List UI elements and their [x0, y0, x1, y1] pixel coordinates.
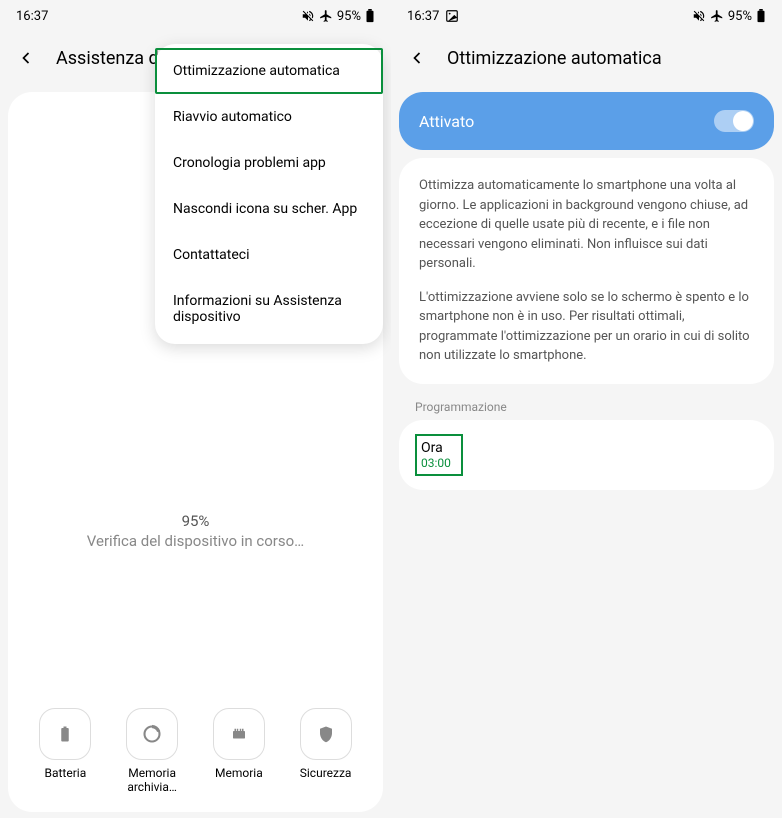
status-bar: 16:37 95%	[391, 0, 782, 32]
tile-memory[interactable]: Memoria	[200, 708, 279, 794]
back-icon[interactable]	[407, 48, 427, 68]
airplane-icon	[710, 9, 724, 23]
schedule-time-value: 03:00	[421, 456, 451, 470]
header: Ottimizzazione automatica	[391, 32, 782, 84]
back-icon[interactable]	[16, 48, 36, 68]
status-battery-percent: 95%	[728, 9, 752, 24]
status-battery-percent: 95%	[337, 9, 361, 24]
master-toggle[interactable]	[714, 110, 754, 132]
status-time: 16:37	[407, 9, 439, 24]
status-center: 95% Verifica del dispositivo in corso…	[8, 512, 383, 550]
schedule-section-label: Programmazione	[415, 400, 758, 414]
battery-tile-icon	[39, 708, 91, 760]
mute-icon	[692, 9, 706, 23]
description-para-1: Ottimizza automaticamente lo smartphone …	[419, 176, 754, 274]
tile-battery[interactable]: Batteria	[26, 708, 105, 794]
menu-item-auto-restart[interactable]: Riavvio automatico	[155, 94, 383, 140]
schedule-title: Ora	[421, 440, 451, 456]
picture-icon	[445, 9, 459, 23]
battery-icon	[365, 9, 375, 23]
description-para-2: L'ottimizzazione avviene solo se lo sche…	[419, 288, 754, 366]
memory-tile-icon	[213, 708, 265, 760]
master-toggle-card[interactable]: Attivato	[399, 92, 774, 150]
tile-security[interactable]: Sicurezza	[286, 708, 365, 794]
screen-auto-optimize: 16:37 95% Ottimizzazione automatica Atti…	[391, 0, 782, 818]
tile-label: Memoria archivia…	[113, 766, 192, 794]
status-time: 16:37	[16, 9, 48, 24]
schedule-card: Ora 03:00	[399, 420, 774, 490]
page-title: Ottimizzazione automatica	[447, 48, 662, 69]
overflow-menu: Ottimizzazione automatica Riavvio automa…	[155, 44, 383, 344]
tile-storage[interactable]: Memoria archivia…	[113, 708, 192, 794]
optimization-percent: 95%	[8, 512, 383, 530]
battery-icon	[756, 9, 766, 23]
description-card: Ottimizza automaticamente lo smartphone …	[399, 158, 774, 384]
mute-icon	[301, 9, 315, 23]
airplane-icon	[319, 9, 333, 23]
tile-label: Batteria	[45, 766, 87, 780]
toggle-knob	[733, 111, 753, 131]
menu-item-contact-us[interactable]: Contattateci	[155, 232, 383, 278]
toggle-label: Attivato	[419, 112, 474, 131]
menu-item-auto-optimize[interactable]: Ottimizzazione automatica	[155, 48, 383, 94]
tile-label: Sicurezza	[300, 766, 352, 780]
menu-item-hide-icon[interactable]: Nascondi icona su scher. App	[155, 186, 383, 232]
storage-tile-icon	[126, 708, 178, 760]
bottom-tiles: Batteria Memoria archivia… Memoria Sicur…	[8, 708, 383, 794]
optimization-status: Verifica del dispositivo in corso…	[8, 532, 383, 550]
tile-label: Memoria	[215, 766, 263, 780]
shield-icon	[300, 708, 352, 760]
schedule-time-item[interactable]: Ora 03:00	[415, 434, 463, 476]
menu-item-about[interactable]: Informazioni su Assistenza dispositivo	[155, 278, 383, 340]
menu-item-app-issue-history[interactable]: Cronologia problemi app	[155, 140, 383, 186]
status-bar: 16:37 95%	[0, 0, 391, 32]
screen-device-care: 16:37 95% Assistenza disposi 95% Verific…	[0, 0, 391, 818]
